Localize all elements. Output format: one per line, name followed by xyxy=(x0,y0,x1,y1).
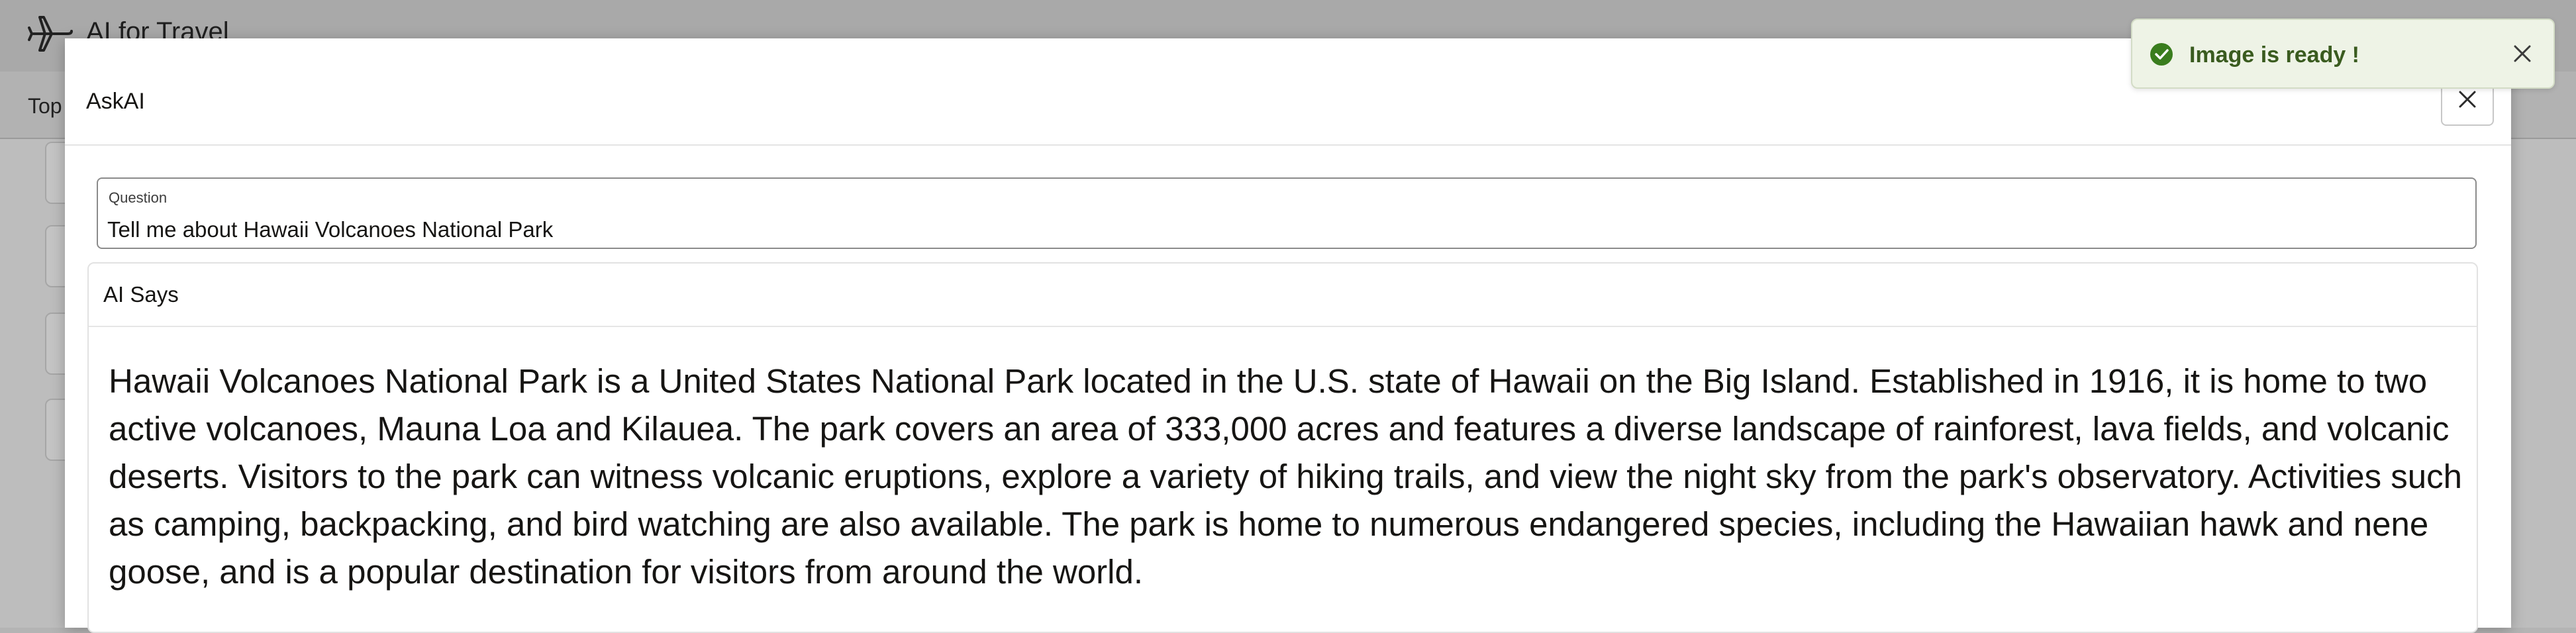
ai-says-panel: AI Says Hawaii Volcanoes National Park i… xyxy=(87,262,2478,633)
toast-notification: Image is ready ! xyxy=(2131,19,2555,89)
close-icon xyxy=(2514,45,2531,62)
toast-message: Image is ready ! xyxy=(2189,42,2360,68)
close-icon xyxy=(2459,91,2476,108)
question-input[interactable] xyxy=(107,217,2458,242)
question-label: Question xyxy=(109,189,168,206)
askai-dialog: AskAI Question AI Says Hawaii Volcanoes … xyxy=(65,38,2511,633)
ai-panel-title: AI Says xyxy=(103,282,179,307)
dialog-title: AskAI xyxy=(86,89,145,114)
ai-panel-header: AI Says xyxy=(89,264,2477,327)
ai-answer-text: Hawaii Volcanoes National Park is a Unit… xyxy=(109,362,2462,591)
toast-close-button[interactable] xyxy=(2508,40,2536,68)
subnav-item-top[interactable]: Top xyxy=(28,94,62,119)
question-field[interactable]: Question xyxy=(97,177,2477,249)
success-check-icon xyxy=(2150,43,2173,66)
